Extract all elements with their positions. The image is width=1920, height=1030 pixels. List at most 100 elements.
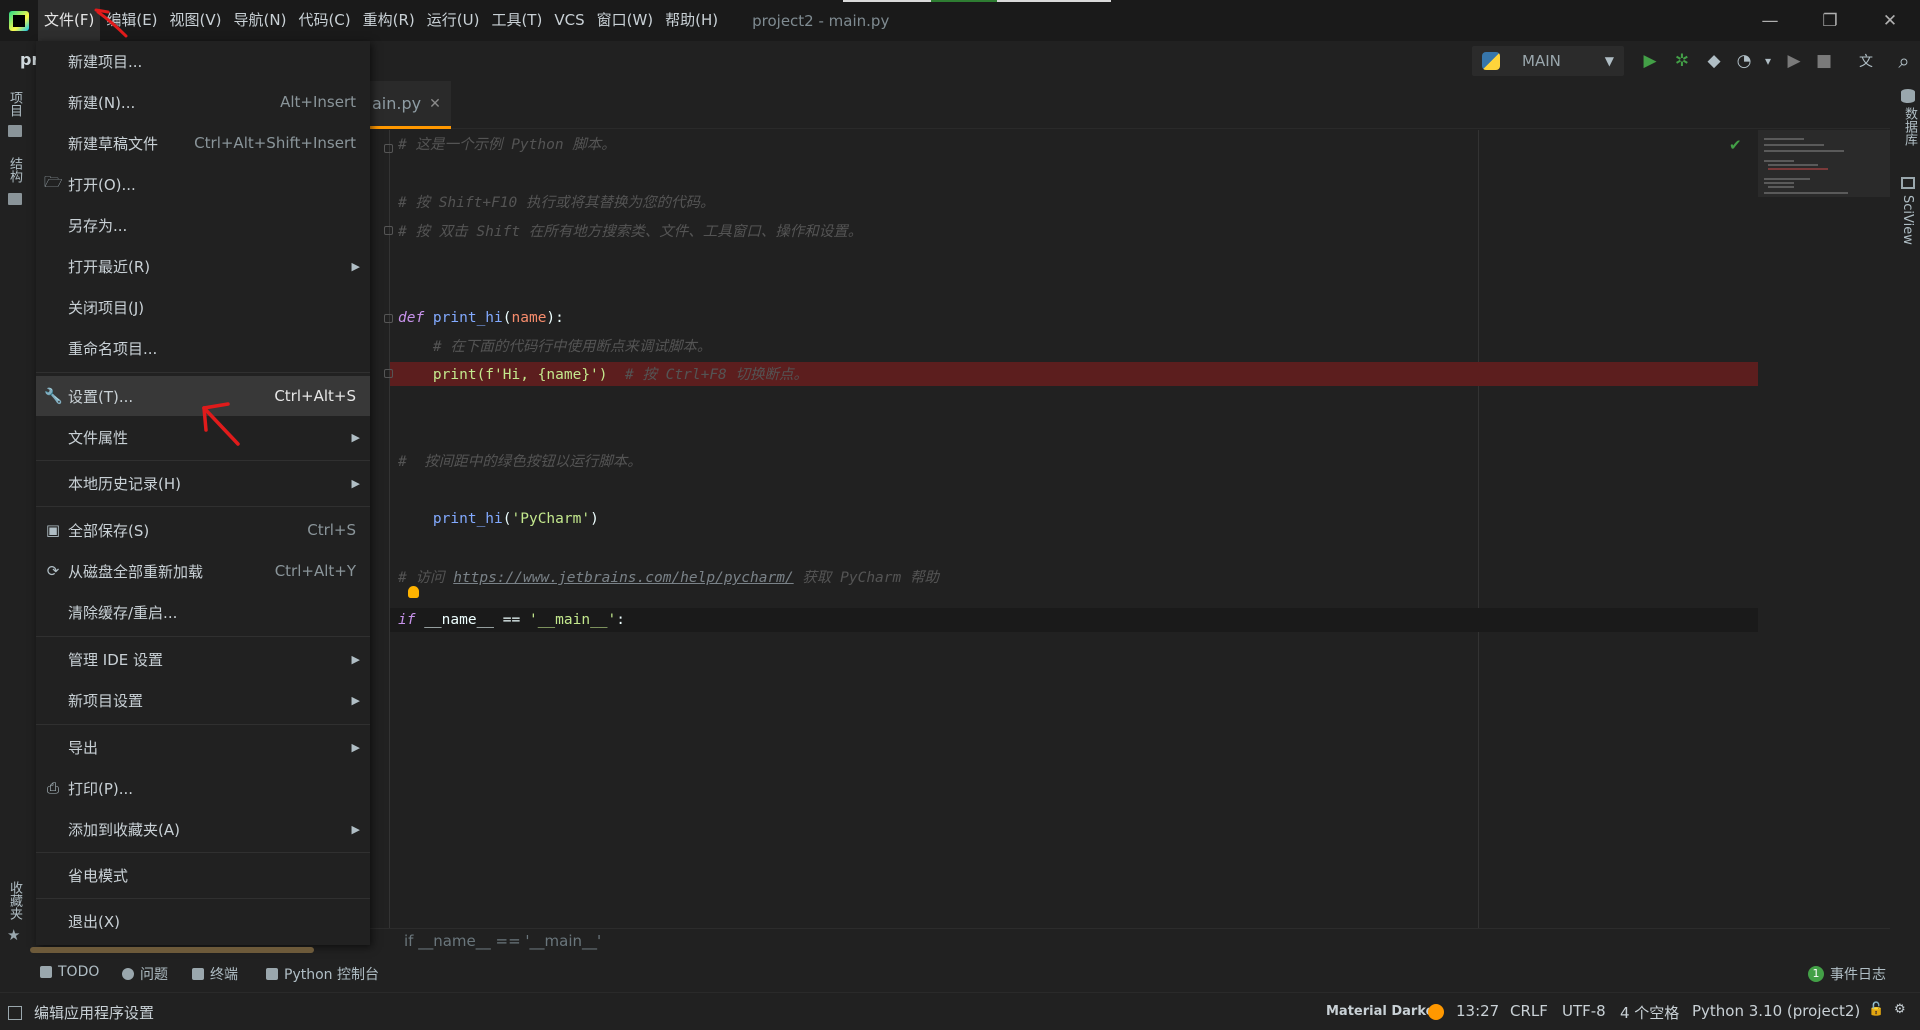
save-icon: ▣ <box>45 521 61 539</box>
tab-label: ain.py <box>372 94 422 113</box>
menu-item-reload-all[interactable]: ⟳ 从磁盘全部重新加载 Ctrl+Alt+Y <box>36 551 370 591</box>
menu-item-exit[interactable]: 退出(X) <box>36 900 370 942</box>
menu-item-save-all[interactable]: ▣ 全部保存(S) Ctrl+S <box>36 509 370 551</box>
more-run-chevron-icon[interactable]: ▾ <box>1758 51 1778 71</box>
reload-icon: ⟳ <box>46 562 60 580</box>
inspection-settings-icon[interactable]: ⚙ <box>1894 1002 1906 1017</box>
menu-window[interactable]: 窗口(W) <box>591 0 660 41</box>
tool-tab-sciview[interactable]: SciView <box>1900 195 1915 245</box>
tool-tab-favorites[interactable]: 收藏夹 <box>5 881 24 920</box>
menu-item-local-history[interactable]: 本地历史记录(H) ▶ <box>36 462 370 504</box>
python-console-icon <box>266 968 278 980</box>
event-log-button[interactable]: 1 事件日志 <box>1808 964 1886 984</box>
menu-edit[interactable]: 编辑(E) <box>100 0 163 41</box>
close-tab-icon[interactable]: ✕ <box>429 96 441 112</box>
window-controls: — ❐ ✕ <box>1740 0 1920 41</box>
terminal-button[interactable]: 终端 <box>192 964 238 984</box>
menu-item-manage-ide-settings[interactable]: 管理 IDE 设置 ▶ <box>36 638 370 680</box>
window-title: project2 - main.py <box>752 11 890 30</box>
menu-scrollbar[interactable] <box>30 947 314 953</box>
run-configuration-select[interactable]: MAIN ▼ <box>1472 46 1624 76</box>
menu-item-new-project-settings[interactable]: 新项目设置 ▶ <box>36 680 370 720</box>
stop-icon[interactable]: ■ <box>1814 51 1834 71</box>
title-bar: 文件(F) 编辑(E) 视图(V) 导航(N) 代码(C) 重构(R) 运行(U… <box>0 0 1920 41</box>
line-separator[interactable]: CRLF <box>1510 1002 1548 1020</box>
wrench-icon: 🔧 <box>44 387 63 405</box>
submenu-arrow-icon: ▶ <box>351 430 360 444</box>
menu-navigate[interactable]: 导航(N) <box>228 0 293 41</box>
todo-button[interactable]: TODO <box>40 964 99 980</box>
coverage-icon[interactable]: ◆ <box>1704 51 1724 71</box>
submenu-arrow-icon: ▶ <box>351 476 360 490</box>
menu-item-settings[interactable]: 🔧 设置(T)... Ctrl+Alt+S <box>36 376 370 416</box>
menu-help[interactable]: 帮助(H) <box>659 0 724 41</box>
menu-item-add-to-favorites[interactable]: 添加到收藏夹(A) ▶ <box>36 808 370 850</box>
tab-main-py[interactable]: ain.py ✕ <box>370 81 451 129</box>
fold-marker-icon[interactable] <box>384 369 393 378</box>
menu-file[interactable]: 文件(F) <box>38 0 101 41</box>
code-editor[interactable]: ✔ # 这是一个示例 Python 脚本。 # 按 Shift+F10 执行或将… <box>370 130 1890 928</box>
editor-breadcrumb[interactable]: if __name__ == '__main__' <box>404 932 601 950</box>
menu-item-close-project[interactable]: 关闭项目(J) <box>36 287 370 327</box>
menu-item-save-as[interactable]: 另存为... <box>36 205 370 245</box>
tool-tab-structure[interactable]: 结构 <box>5 157 24 183</box>
tool-tab-project[interactable]: 项目 <box>5 91 24 117</box>
theme-name[interactable]: Material Darker <box>1326 1004 1441 1019</box>
gutter-divider <box>389 130 390 928</box>
status-bar: 编辑应用程序设置 Material Darker 13:27 CRLF UTF-… <box>0 992 1920 1030</box>
menu-vcs[interactable]: VCS <box>548 0 590 41</box>
menu-item-new-project[interactable]: 新建项目... <box>36 41 370 81</box>
fold-marker-icon[interactable] <box>384 226 393 235</box>
help-link[interactable]: https://www.jetbrains.com/help/pycharm/ <box>453 570 793 586</box>
menu-separator <box>36 506 370 507</box>
menu-separator <box>36 372 370 373</box>
menu-run[interactable]: 运行(U) <box>421 0 486 41</box>
inspection-ok-icon[interactable]: ✔ <box>1729 136 1742 154</box>
indent-setting[interactable]: 4 个空格 <box>1620 1002 1679 1023</box>
python-interpreter[interactable]: Python 3.10 (project2) <box>1692 1002 1860 1020</box>
menu-separator <box>36 724 370 725</box>
menu-tools[interactable]: 工具(T) <box>485 0 548 41</box>
code-minimap[interactable] <box>1758 130 1890 197</box>
minimize-button[interactable]: — <box>1740 0 1800 41</box>
terminal-icon <box>192 968 204 980</box>
file-encoding[interactable]: UTF-8 <box>1562 1002 1606 1020</box>
python-console-button[interactable]: Python 控制台 <box>266 964 379 984</box>
run-icon[interactable]: ▶ <box>1640 51 1660 71</box>
menu-separator <box>36 460 370 461</box>
menu-item-new-scratch[interactable]: 新建草稿文件 Ctrl+Alt+Shift+Insert <box>36 123 370 163</box>
tool-tab-database[interactable]: 数据库 <box>1900 107 1919 146</box>
editor-tab-bar: ain.py ✕ <box>370 81 1890 129</box>
fold-marker-icon[interactable] <box>384 314 393 323</box>
menu-item-open-recent[interactable]: 打开最近(R) ▶ <box>36 245 370 287</box>
menu-item-rename-project[interactable]: 重命名项目... <box>36 327 370 369</box>
run-concurrency-icon[interactable]: ▶ <box>1784 51 1804 71</box>
code-line-4: # 按 双击 Shift 在所有地方搜索类、文件、工具窗口、操作和设置。 <box>398 224 863 240</box>
profile-icon[interactable]: ◔ <box>1734 51 1754 71</box>
lock-icon[interactable]: 🔓 <box>1868 1002 1884 1017</box>
menu-code[interactable]: 代码(C) <box>292 0 356 41</box>
caret-position[interactable]: 13:27 <box>1456 1002 1499 1020</box>
panel-toggle-icon[interactable] <box>8 1005 22 1020</box>
restore-button[interactable]: ❐ <box>1800 0 1860 41</box>
search-icon[interactable]: ⌕ <box>1894 49 1914 73</box>
debug-icon[interactable]: ✲ <box>1672 51 1692 71</box>
menu-item-invalidate-caches[interactable]: 清除缓存/重启... <box>36 591 370 633</box>
menu-item-print[interactable]: ⎙ 打印(P)... <box>36 768 370 808</box>
menu-item-open[interactable]: 🗁 打开(O)... <box>36 163 370 205</box>
close-window-button[interactable]: ✕ <box>1860 0 1920 41</box>
menu-item-file-properties[interactable]: 文件属性 ▶ <box>36 416 370 458</box>
translate-icon[interactable]: 文 <box>1856 51 1876 71</box>
python-icon <box>1482 52 1500 70</box>
warning-icon <box>122 968 134 980</box>
problems-button[interactable]: 问题 <box>122 964 168 984</box>
submenu-arrow-icon: ▶ <box>351 693 360 707</box>
fold-marker-icon[interactable] <box>384 144 393 153</box>
menu-item-export[interactable]: 导出 ▶ <box>36 726 370 768</box>
menu-item-power-save-mode[interactable]: 省电模式 <box>36 854 370 896</box>
menu-view[interactable]: 视图(V) <box>164 0 228 41</box>
menu-separator <box>36 898 370 899</box>
code-line-7: def print_hi(name): <box>398 310 564 326</box>
menu-item-new[interactable]: 新建(N)... Alt+Insert <box>36 81 370 123</box>
menu-refactor[interactable]: 重构(R) <box>357 0 421 41</box>
